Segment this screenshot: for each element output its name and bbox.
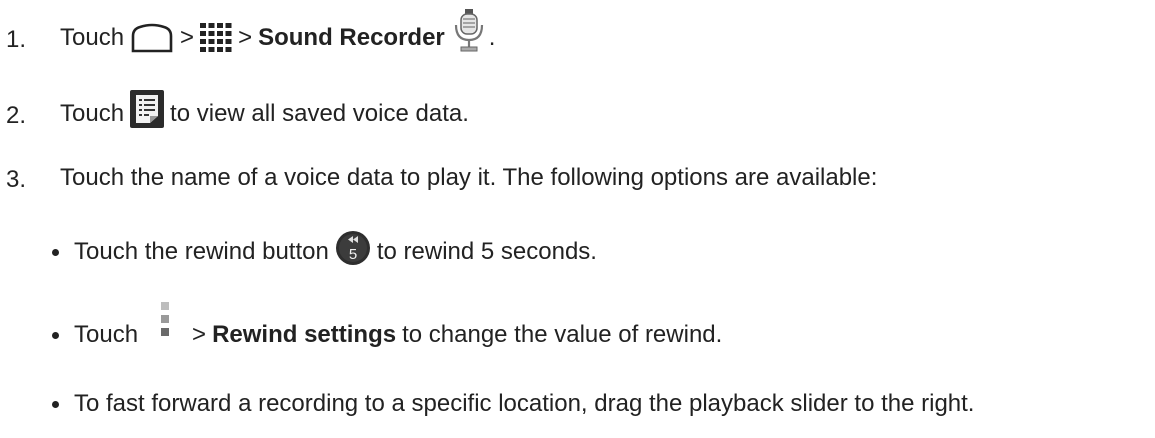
period: . (488, 24, 496, 51)
bullet-dot (52, 331, 59, 339)
menu-dots-icon (161, 302, 170, 336)
bullet-dot (52, 400, 59, 408)
bullet-text: to rewind 5 seconds. (376, 238, 597, 265)
step-1-content: Touch > > Sound Recorder . (60, 9, 496, 62)
bullet-2-content: Touch > Rewind settings to change the va… (52, 294, 722, 354)
bullet-text: To fast forward a recording to a specifi… (74, 390, 975, 417)
bullet-dot (52, 248, 59, 256)
sound-recorder-label: Sound Recorder (258, 24, 445, 51)
step-2-content: Touch to view all saved voice data. (60, 90, 469, 138)
step-text: Touch (60, 100, 125, 127)
list-icon (130, 90, 165, 128)
step-number: 1. (6, 26, 27, 53)
step-number: 3. (6, 166, 27, 193)
home-icon (131, 23, 173, 53)
apps-grid-icon (200, 23, 232, 52)
separator: > (192, 321, 207, 348)
bullet-text: Touch the rewind button (74, 238, 329, 265)
rewind-settings-label: Rewind settings (212, 321, 397, 348)
step-text: Touch the name of a voice data to play i… (60, 164, 878, 191)
bullet-text: to change the value of rewind. (402, 321, 723, 348)
step-number: 2. (6, 102, 27, 129)
bullet-1-content: Touch the rewind button 5 to rewind 5 se… (52, 228, 597, 276)
microphone-icon (454, 9, 483, 52)
bullet-text: Touch (74, 321, 139, 348)
step-text: to view all saved voice data. (170, 100, 469, 127)
rewind-5-label: 5 (349, 246, 357, 263)
step-text: Touch (60, 24, 125, 51)
bullet-3-content: To fast forward a recording to a specifi… (52, 384, 974, 424)
separator: > (180, 24, 195, 51)
separator: > (238, 24, 253, 51)
rewind-5-icon: 5 (335, 231, 370, 265)
step-3-content: Touch the name of a voice data to play i… (60, 158, 877, 198)
